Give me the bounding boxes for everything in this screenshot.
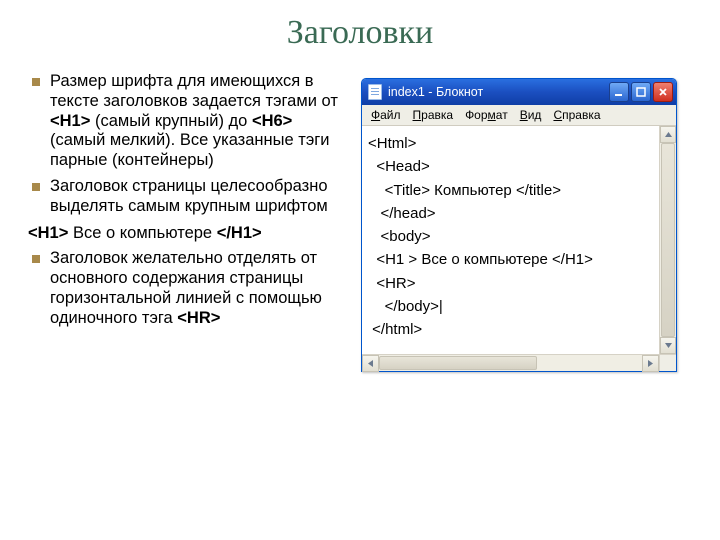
scroll-thumb[interactable] (661, 143, 675, 337)
content-pane: Размер шрифта для имеющихся в тексте заг… (0, 62, 720, 372)
close-icon (658, 87, 668, 97)
menu-view[interactable]: Вид (515, 107, 547, 123)
notepad-window: index1 - Блокнот Файл Правка Формат (361, 78, 677, 372)
titlebar[interactable]: index1 - Блокнот (362, 79, 676, 105)
scroll-thumb[interactable] (379, 356, 537, 370)
minimize-button[interactable] (609, 82, 629, 102)
chevron-down-icon (664, 341, 673, 350)
text: ид (528, 108, 542, 122)
text: равка (421, 108, 453, 122)
text: Все о компьютере (68, 224, 216, 242)
scroll-up-button[interactable] (660, 126, 676, 143)
menubar: Файл Правка Формат Вид Справка (362, 105, 676, 126)
window-title: index1 - Блокнот (388, 85, 609, 99)
page-title: Заголовки (0, 0, 720, 62)
bullet-list: Размер шрифта для имеющихся в тексте заг… (28, 72, 347, 217)
mnemonic: П (413, 108, 422, 122)
chevron-right-icon (646, 359, 655, 368)
scroll-left-button[interactable] (362, 355, 379, 372)
horizontal-scrollbar[interactable] (362, 354, 676, 371)
scroll-down-button[interactable] (660, 337, 676, 354)
tag-h6: <H6> (252, 112, 292, 130)
text-column: Размер шрифта для имеющихся в тексте заг… (10, 72, 355, 372)
text: правка (562, 108, 600, 122)
scroll-right-button[interactable] (642, 355, 659, 372)
window-buttons (609, 82, 673, 102)
tag-h1: <H1> (50, 112, 90, 130)
menu-edit[interactable]: Правка (408, 107, 459, 123)
tag-hr: <HR> (177, 309, 220, 327)
scroll-track[interactable] (379, 355, 642, 371)
minimize-icon (614, 87, 624, 97)
list-item: Размер шрифта для имеющихся в тексте заг… (28, 72, 347, 171)
close-button[interactable] (653, 82, 673, 102)
menu-file[interactable]: Файл (366, 107, 406, 123)
mnemonic: В (520, 108, 528, 122)
code-example: <H1> Все о компьютере </H1> (28, 223, 347, 244)
mnemonic: м (488, 108, 496, 122)
text: (самый мелкий). Все указанные тэги парны… (50, 131, 329, 169)
tag-h1-open: <H1> (28, 224, 68, 242)
list-item: Заголовок страницы целесообразно выделят… (28, 177, 347, 217)
text: (самый крупный) до (90, 112, 252, 130)
vertical-scrollbar[interactable] (659, 126, 676, 354)
text: Фор (465, 108, 487, 122)
illustration-column: index1 - Блокнот Файл Правка Формат (355, 72, 710, 372)
text: Заголовок страницы целесообразно выделят… (50, 177, 328, 215)
menu-format[interactable]: Формат (460, 107, 513, 123)
list-item: Заголовок желательно отделять от основно… (28, 249, 347, 328)
resize-grip[interactable] (659, 355, 676, 371)
chevron-left-icon (366, 359, 375, 368)
text: Размер шрифта для имеющихся в тексте заг… (50, 72, 338, 110)
maximize-button[interactable] (631, 82, 651, 102)
mnemonic: С (553, 108, 562, 122)
mnemonic: Ф (371, 108, 380, 122)
editor-area[interactable]: <Html> <Head> <Title> Компьютер </title>… (362, 126, 659, 354)
document-icon (368, 84, 382, 100)
tag-h1-close: </H1> (217, 224, 262, 242)
bullet-list: Заголовок желательно отделять от основно… (28, 249, 347, 328)
text: ат (496, 108, 508, 122)
chevron-up-icon (664, 130, 673, 139)
text: айл (380, 108, 400, 122)
scroll-track[interactable] (660, 143, 676, 337)
editor-wrap: <Html> <Head> <Title> Компьютер </title>… (362, 126, 676, 354)
maximize-icon (636, 87, 646, 97)
menu-help[interactable]: Справка (548, 107, 605, 123)
